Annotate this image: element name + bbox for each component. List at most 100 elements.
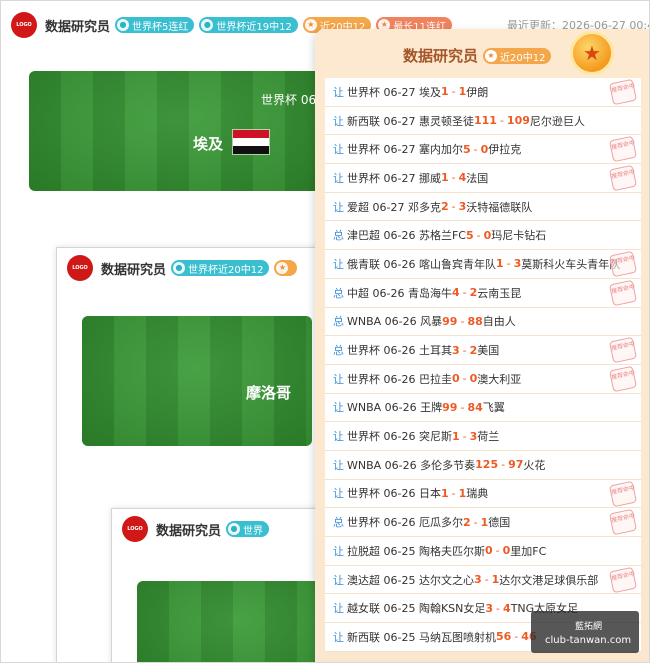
- hit-stamp-icon: 推荐命中: [608, 365, 638, 393]
- away-team: 荷兰: [477, 430, 500, 444]
- home-score: 0: [451, 372, 460, 386]
- match-info: WNBA 06-26 风暴: [347, 315, 443, 329]
- nested-header: LOGO 数据研究员 ● 世界: [112, 509, 335, 549]
- bet-type: 总: [333, 516, 344, 530]
- score-separator: -: [451, 486, 456, 500]
- match-banner[interactable]: 世界杯 06 埃及: [29, 71, 329, 191]
- away-score: 3: [513, 257, 522, 271]
- home-score: 5: [462, 142, 471, 156]
- record-list: 让世界杯 06-27 埃及 1-1 伊朗 推荐命中让新西联 06-27 惠灵顿圣徒 11…: [325, 78, 641, 652]
- hit-stamp-icon: 推荐命中: [608, 279, 638, 307]
- home-score: 0: [484, 544, 493, 558]
- away-team: 云南玉昆: [477, 286, 522, 300]
- star-icon: ★: [304, 19, 317, 31]
- match-info: 世界杯 06-26 巴拉圭: [347, 372, 452, 386]
- tag-recent-wc: ● 世界杯近19中12: [199, 17, 298, 33]
- bet-type: 总: [333, 229, 344, 243]
- hit-stamp-icon: 推荐命中: [608, 566, 638, 593]
- away-team: 瑞典: [466, 487, 489, 501]
- bet-type: 让: [333, 372, 344, 386]
- away-score: 0: [469, 372, 478, 386]
- match-info: 津巴超 06-26 苏格兰FC: [347, 229, 466, 243]
- list-item[interactable]: 总世界杯 06-26 厄瓜多尔 2-1 德国 推荐命中: [325, 508, 641, 537]
- list-item[interactable]: 让俄青联 06-26 喀山鲁宾青年队 1-3 莫斯科火车头青年队 推荐命中: [325, 250, 641, 279]
- list-item[interactable]: 总世界杯 06-26 土耳其 3-2 美国 推荐命中: [325, 336, 641, 365]
- away-team: 里加FC: [510, 544, 547, 558]
- away-score: 2: [469, 286, 478, 300]
- team-name: 埃及: [193, 135, 224, 153]
- home-score: 99: [442, 400, 458, 414]
- list-item[interactable]: 让 WNBA 06-26 王牌 99-84 飞翼: [325, 393, 641, 423]
- list-item[interactable]: 让世界杯 06-27 挪威 1-4 法国 推荐命中: [325, 164, 641, 193]
- avatar[interactable]: LOGO: [11, 12, 37, 38]
- author-name[interactable]: 数据研究员: [45, 16, 110, 35]
- list-item[interactable]: 让 WNBA 06-26 多伦多节奏 125-97 火花: [325, 450, 641, 480]
- score-separator: -: [451, 171, 456, 185]
- home-score: 3: [485, 601, 494, 615]
- score-separator: -: [473, 515, 478, 529]
- match-info: 世界杯 06-27 埃及: [347, 85, 441, 99]
- match-info: 世界杯 06-27 塞内加尔: [347, 143, 463, 157]
- match-info: WNBA 06-26 王牌: [347, 401, 443, 415]
- away-score: 0: [483, 228, 492, 242]
- home-score: 56: [495, 630, 512, 644]
- bet-type: 总: [333, 286, 344, 300]
- match-banner: [137, 581, 335, 662]
- away-score: 0: [480, 142, 489, 156]
- score-separator: -: [495, 544, 500, 558]
- score-separator: -: [451, 200, 456, 214]
- score-separator: -: [462, 286, 467, 300]
- match-info: 世界杯 06-26 突尼斯: [347, 430, 452, 444]
- home-score: 3: [473, 573, 482, 587]
- nested-screenshot: LOGO 数据研究员 ● 世界杯近20中12 ★ 摩洛哥 LOGO 数据研究员 ●…: [56, 247, 336, 662]
- list-item[interactable]: 让拉脱超 06-25 陶格夫匹尔斯 0-0 里加FC: [325, 537, 641, 566]
- trophy-icon: ●: [228, 523, 241, 535]
- list-item[interactable]: 总津巴超 06-26 苏格兰FC 5-0 玛尼卡钻石: [325, 221, 641, 251]
- tag-streak: ● 世界杯5连红: [115, 17, 195, 33]
- medal-star-icon: ★: [570, 31, 614, 75]
- author-name: 数据研究员: [156, 523, 222, 539]
- home-score: 4: [451, 286, 460, 300]
- bet-type: 让: [333, 487, 344, 501]
- bet-type: 让: [333, 257, 344, 271]
- home-score: 1: [451, 429, 460, 443]
- score-separator: -: [506, 257, 511, 271]
- hit-stamp-icon: 推荐命中: [608, 250, 638, 278]
- bet-type: 总: [333, 344, 344, 358]
- away-team: 飞翼: [482, 401, 505, 415]
- match-info: 爱超 06-27 邓多克: [347, 200, 441, 214]
- list-item[interactable]: 让世界杯 06-26 巴拉圭 0-0 澳大利亚 推荐命中: [325, 364, 641, 394]
- list-item[interactable]: 让澳达超 06-25 达尔文之心 3-1 达尔文港足球俱乐部 推荐命中: [325, 565, 641, 595]
- record-panel: 数据研究员 ★ 近20中12 ★ 让世界杯 06-27 埃及 1-1 伊朗 推荐命中让新…: [315, 29, 649, 662]
- list-item[interactable]: 让新西联 06-27 惠灵顿圣徒 111-109 尼尔逊巨人: [325, 106, 641, 136]
- list-item[interactable]: 让世界杯 06-27 塞内加尔 5-0 伊拉克 推荐命中: [325, 135, 641, 165]
- bet-type: 让: [333, 85, 344, 99]
- score-separator: -: [462, 372, 467, 386]
- list-item[interactable]: 让世界杯 06-26 突尼斯 1-3 荷兰: [325, 422, 641, 451]
- away-score: 88: [467, 314, 483, 328]
- list-item[interactable]: 总 WNBA 06-26 风暴 99-88 自由人: [325, 307, 641, 337]
- away-score: 1: [491, 573, 500, 587]
- away-score: 1: [458, 486, 467, 500]
- bet-type: 让: [333, 200, 344, 214]
- trophy-icon: ●: [173, 262, 186, 274]
- match-title: 世界杯 06: [261, 93, 317, 107]
- list-item[interactable]: 让世界杯 06-26 日本 1-1 瑞典 推荐命中: [325, 479, 641, 509]
- list-item[interactable]: 让世界杯 06-27 埃及 1-1 伊朗 推荐命中: [325, 78, 641, 107]
- panel-title: 数据研究员: [403, 47, 479, 65]
- bet-type: 让: [333, 114, 344, 128]
- home-score: 2: [462, 515, 471, 529]
- away-team: 德国: [488, 516, 511, 530]
- avatar: LOGO: [67, 255, 93, 281]
- match-info: 世界杯 06-26 厄瓜多尔: [347, 516, 463, 530]
- away-team: 尼尔逊巨人: [529, 114, 585, 128]
- list-item[interactable]: 总中超 06-26 青岛海牛 4-2 云南玉昆 推荐命中: [325, 278, 641, 308]
- away-score: 3: [458, 200, 467, 214]
- match-banner: 摩洛哥: [82, 316, 312, 446]
- bet-type: 让: [333, 544, 344, 558]
- home-score: 125: [475, 458, 499, 472]
- bet-type: 总: [333, 315, 344, 329]
- watermark-logo-text: 藍拓網: [575, 622, 603, 632]
- list-item[interactable]: 让爱超 06-27 邓多克 2-3 沃特福德联队: [325, 192, 641, 222]
- bet-type: 让: [333, 143, 344, 157]
